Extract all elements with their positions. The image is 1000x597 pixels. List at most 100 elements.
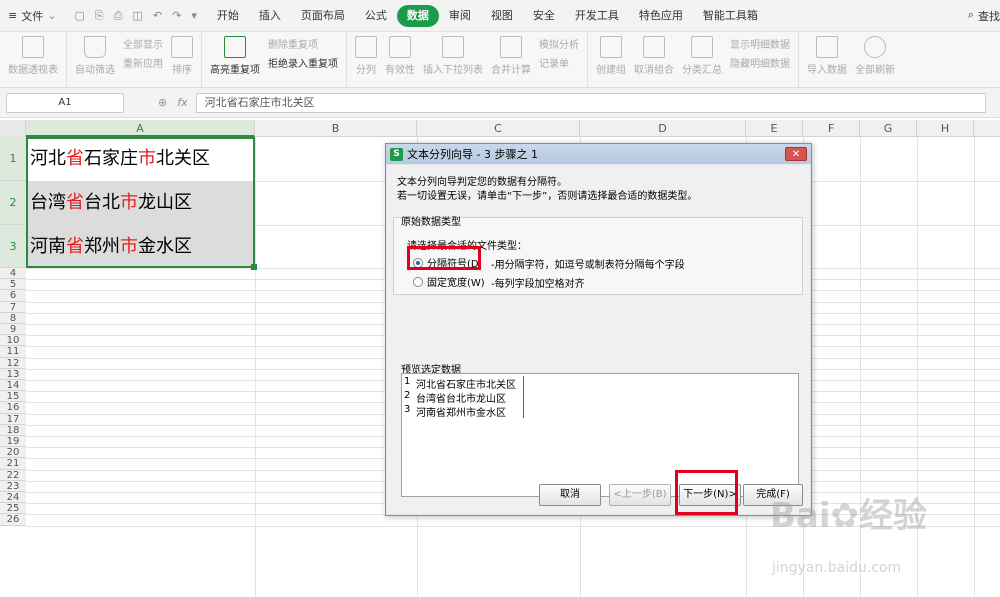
tab-insert[interactable]: 插入 — [249, 5, 291, 27]
fx-icon[interactable]: fx — [177, 96, 187, 109]
row-header-20[interactable]: 20 — [0, 447, 26, 459]
file-menu[interactable]: ≡ 文件 ⌄ — [0, 0, 64, 32]
row-header-16[interactable]: 16 — [0, 402, 26, 414]
hamburger-icon: ≡ — [8, 9, 18, 22]
preview-area[interactable]: 1 河北省石家庄市北关区 2 台湾省台北市龙山区 3 河南省郑州市金水区 — [401, 373, 799, 497]
reject-duplicates-button[interactable]: 拒绝录入重复项 — [268, 55, 338, 70]
column-header-c[interactable]: C — [417, 120, 580, 137]
dialog-intro-2: 若一切设置无误，请单击“下一步”，否则请选择最合适的数据类型。 — [397, 191, 698, 202]
create-group-label: 创建组 — [596, 65, 626, 76]
highlight-duplicates-button[interactable]: 高亮重复项 — [206, 36, 264, 76]
column-header-g[interactable]: G — [860, 120, 917, 137]
row-header-26[interactable]: 26 — [0, 514, 26, 526]
row-header-7[interactable]: 7 — [0, 301, 26, 313]
column-header-b[interactable]: B — [255, 120, 417, 137]
watermark-logo: Bai✿经验 — [770, 488, 927, 537]
tab-security[interactable]: 安全 — [523, 5, 565, 27]
radio-fixed-width[interactable]: 固定宽度(W) — [413, 274, 485, 289]
export-icon[interactable]: ⎘ — [95, 9, 104, 23]
pivot-table-button[interactable]: 数据透视表 — [4, 36, 62, 76]
row-header-23[interactable]: 23 — [0, 480, 26, 492]
column-header-f[interactable]: F — [803, 120, 860, 137]
column-header-e[interactable]: E — [746, 120, 803, 137]
tab-page-layout[interactable]: 页面布局 — [291, 5, 355, 27]
autofilter-button[interactable]: 自动筛选 — [71, 36, 119, 76]
show-all-button[interactable]: 全部显示 — [123, 36, 163, 51]
close-icon[interactable]: ✕ — [785, 147, 807, 161]
column-header-a[interactable]: A — [26, 120, 255, 137]
watermark-brand: Bai — [770, 496, 831, 536]
column-header-h[interactable]: H — [917, 120, 974, 137]
consolidate-button[interactable]: 合并计算 — [487, 36, 535, 76]
formula-input[interactable]: 河北省石家庄市北关区 — [195, 92, 986, 113]
tab-smart-tools[interactable]: 智能工具箱 — [693, 5, 768, 27]
print-preview-icon[interactable]: ◫ — [132, 9, 142, 23]
row-header-22[interactable]: 22 — [0, 469, 26, 481]
print-icon[interactable]: ⎙ — [114, 9, 123, 23]
row-header-2[interactable]: 2 — [0, 181, 26, 225]
row-header-25[interactable]: 25 — [0, 503, 26, 515]
row-header-13[interactable]: 13 — [0, 368, 26, 380]
hide-detail-button[interactable]: 隐藏明细数据 — [730, 55, 790, 70]
tab-developer[interactable]: 开发工具 — [565, 5, 629, 27]
reapply-button[interactable]: 重新应用 — [123, 55, 163, 70]
record-button[interactable]: 记录单 — [539, 55, 579, 70]
wps-logo-icon: S — [390, 147, 403, 161]
ungroup-button[interactable]: 取消组合 — [630, 36, 678, 76]
row-header-21[interactable]: 21 — [0, 458, 26, 470]
redo-icon[interactable]: ↷ — [172, 9, 181, 23]
column-headers: A B C D E F G H — [0, 120, 1000, 137]
annotation-box-delimited — [407, 246, 481, 270]
validity-button[interactable]: 有效性 — [381, 36, 419, 76]
import-data-icon — [816, 36, 838, 58]
row-header-3[interactable]: 3 — [0, 225, 26, 268]
sort-label: 排序 — [172, 65, 192, 76]
tab-data[interactable]: 数据 — [396, 4, 439, 27]
row-header-24[interactable]: 24 — [0, 492, 26, 504]
row-header-8[interactable]: 8 — [0, 312, 26, 324]
row-header-5[interactable]: 5 — [0, 279, 26, 291]
row-header-12[interactable]: 12 — [0, 357, 26, 369]
highlight-duplicates-icon — [224, 36, 246, 58]
tab-start[interactable]: 开始 — [207, 5, 249, 27]
simulate-button[interactable]: 模拟分析 — [539, 36, 579, 51]
fill-handle[interactable] — [251, 264, 257, 270]
tab-special[interactable]: 特色应用 — [629, 5, 693, 27]
search-box[interactable]: ⌕ 查找 — [968, 8, 1000, 24]
row-header-1[interactable]: 1 — [0, 137, 26, 181]
row-header-4[interactable]: 4 — [0, 268, 26, 280]
subtotal-button[interactable]: 分类汇总 — [678, 36, 726, 76]
dialog-titlebar[interactable]: S 文本分列向导 - 3 步骤之 1 — [386, 144, 811, 164]
column-header-d[interactable]: D — [580, 120, 746, 137]
row-header-17[interactable]: 17 — [0, 413, 26, 425]
delete-duplicates-button[interactable]: 删除重复项 — [268, 36, 338, 51]
row-header-11[interactable]: 11 — [0, 346, 26, 358]
tab-review[interactable]: 审阅 — [439, 5, 481, 27]
customize-icon[interactable]: ▾ — [191, 9, 197, 23]
refresh-all-button[interactable]: 全部刷新 — [851, 36, 899, 76]
fixed-width-description: -每列字段加空格对齐 — [491, 279, 585, 290]
previous-step-button[interactable]: <上一步(B) — [609, 484, 671, 506]
select-all-corner[interactable] — [0, 120, 26, 137]
row-header-9[interactable]: 9 — [0, 324, 26, 336]
import-data-button[interactable]: 导入数据 — [803, 36, 851, 76]
row-header-18[interactable]: 18 — [0, 424, 26, 436]
row-header-10[interactable]: 10 — [0, 335, 26, 347]
ribbon: 数据透视表 自动筛选 全部显示 重新应用 排序 高亮重复项 删除重复项 拒绝录入… — [0, 32, 1000, 88]
row-header-14[interactable]: 14 — [0, 380, 26, 392]
show-detail-button[interactable]: 显示明细数据 — [730, 36, 790, 51]
name-box[interactable]: A1 — [6, 92, 124, 113]
save-icon[interactable]: ▢ — [74, 9, 84, 23]
cancel-button[interactable]: 取消 — [539, 484, 601, 506]
tab-view[interactable]: 视图 — [481, 5, 523, 27]
row-header-6[interactable]: 6 — [0, 290, 26, 302]
dialog-body: 文本分列向导判定您的数据有分隔符。 若一切设置无误，请单击“下一步”，否则请选择… — [387, 165, 810, 514]
create-group-button[interactable]: 创建组 — [592, 36, 630, 76]
tab-formula[interactable]: 公式 — [355, 5, 397, 27]
sort-button[interactable]: 排序 — [167, 36, 197, 76]
row-header-19[interactable]: 19 — [0, 436, 26, 448]
row-header-15[interactable]: 15 — [0, 391, 26, 403]
insert-dropdown-button[interactable]: 插入下拉列表 — [419, 36, 487, 76]
split-column-button[interactable]: 分列 — [351, 36, 381, 76]
undo-icon[interactable]: ↶ — [153, 9, 162, 23]
